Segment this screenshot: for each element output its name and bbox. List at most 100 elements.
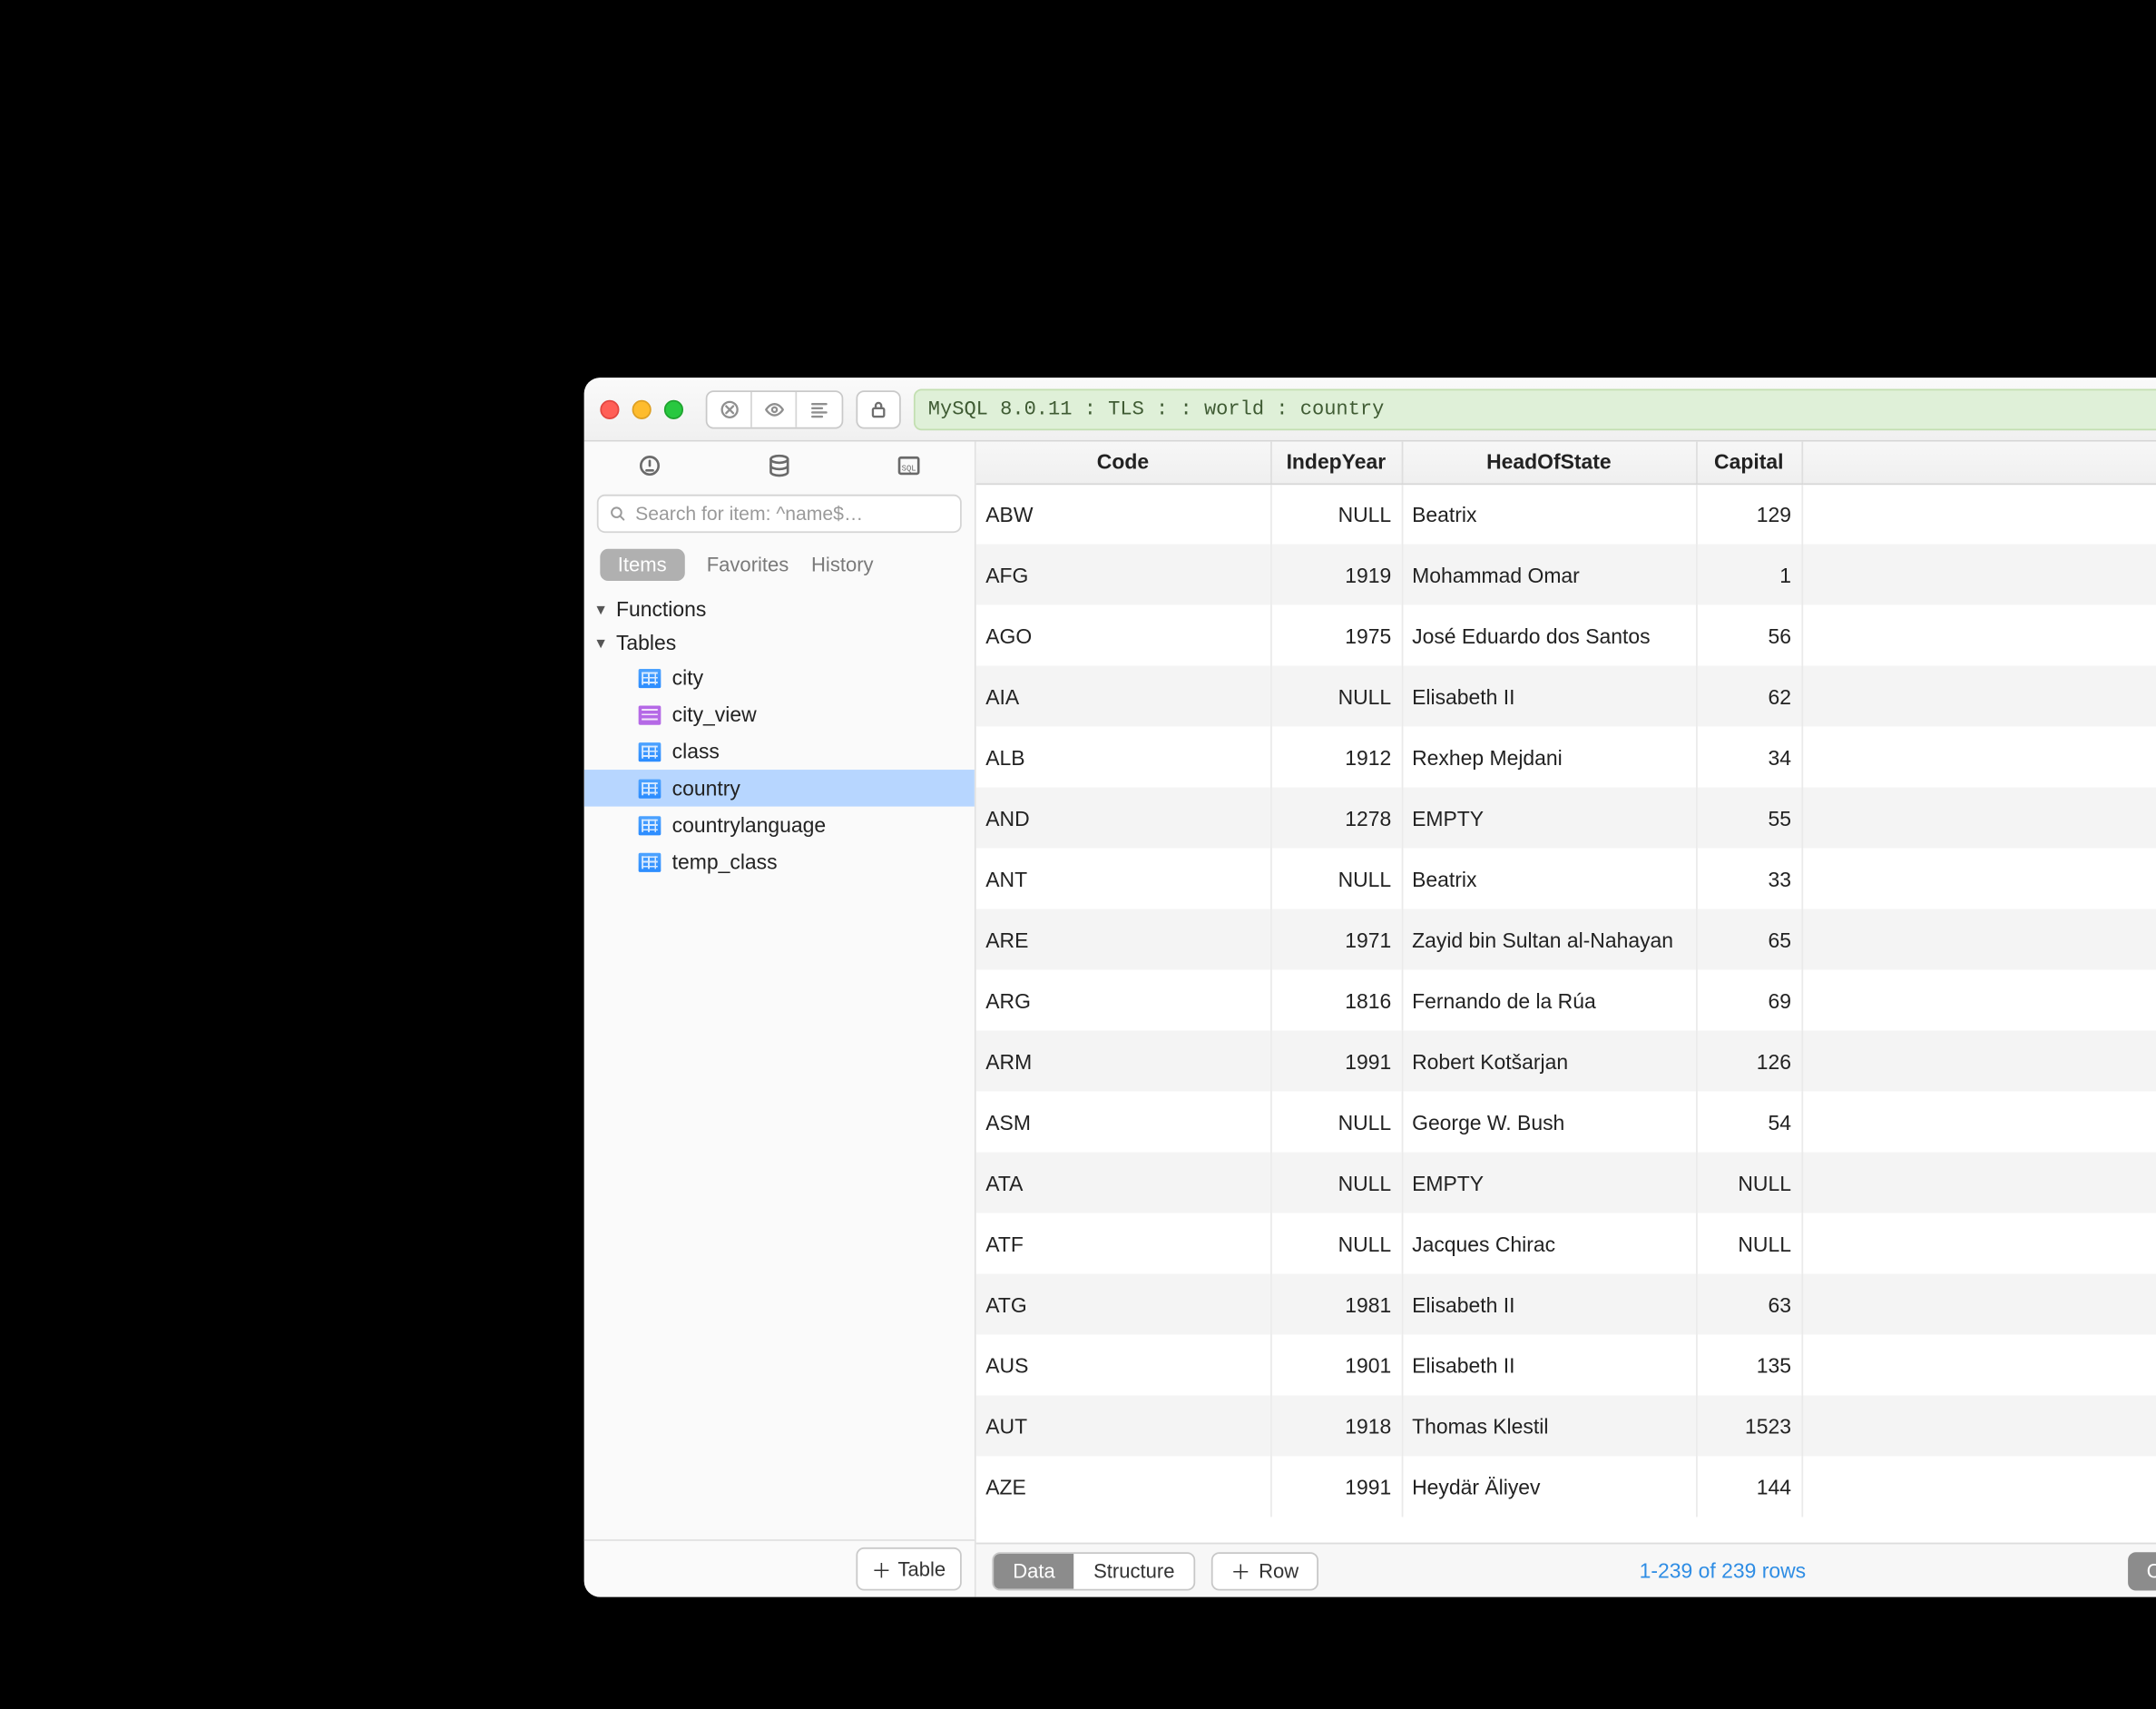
cell[interactable]: Robert Kotšarjan <box>1402 1030 1696 1091</box>
cell[interactable]: 33 <box>1696 848 1801 909</box>
table-item-city[interactable]: city <box>584 659 975 696</box>
cell[interactable]: ATF <box>976 1213 1270 1273</box>
cell[interactable]: 1901 <box>1270 1334 1402 1395</box>
cell[interactable]: 1918 <box>1270 1395 1402 1456</box>
table-row[interactable]: ARE1971Zayid bin Sultan al-Nahayan65 <box>976 909 2156 969</box>
cell[interactable]: 56 <box>1696 604 1801 665</box>
sql-tab-icon[interactable]: SQL <box>895 450 924 484</box>
table-item-country[interactable]: country <box>584 770 975 807</box>
cell[interactable]: NULL <box>1270 848 1402 909</box>
cell[interactable]: NULL <box>1270 1091 1402 1152</box>
cell[interactable]: AUS <box>976 1334 1270 1395</box>
table-row[interactable]: AZE1991Heydär Äliyev144 <box>976 1456 2156 1517</box>
cell[interactable]: NULL <box>1270 1152 1402 1213</box>
cell[interactable]: 1816 <box>1270 969 1402 1030</box>
cell[interactable]: 65 <box>1696 909 1801 969</box>
cell[interactable]: ARE <box>976 909 1270 969</box>
tree-group-tables[interactable]: Tables <box>584 625 975 659</box>
sidebar-tab-items[interactable]: Items <box>600 549 684 581</box>
add-table-button[interactable]: ＋ Table <box>856 1547 962 1591</box>
cell[interactable]: 1912 <box>1270 726 1402 787</box>
cell[interactable]: NULL <box>1696 1152 1801 1213</box>
cell[interactable]: 69 <box>1696 969 1801 1030</box>
cell[interactable]: 129 <box>1696 483 1801 544</box>
table-row[interactable]: ARM1991Robert Kotšarjan126 <box>976 1030 2156 1091</box>
cell[interactable]: EMPTY <box>1402 1152 1696 1213</box>
cell[interactable]: AGO <box>976 604 1270 665</box>
table-row[interactable]: ALB1912Rexhep Mejdani34 <box>976 726 2156 787</box>
cell[interactable]: 1278 <box>1270 787 1402 848</box>
table-row[interactable]: ATANULLEMPTYNULL <box>976 1152 2156 1213</box>
tab-data[interactable]: Data <box>994 1553 1074 1588</box>
minimize-window-button[interactable] <box>632 399 652 418</box>
table-row[interactable]: AIANULLElisabeth II62 <box>976 665 2156 726</box>
cell[interactable]: AUT <box>976 1395 1270 1456</box>
cell[interactable]: AIA <box>976 665 1270 726</box>
table-row[interactable]: AGO1975José Eduardo dos Santos56 <box>976 604 2156 665</box>
sidebar-tab-history[interactable]: History <box>811 554 874 576</box>
cell[interactable]: EMPTY <box>1402 787 1696 848</box>
column-header-headofstate[interactable]: HeadOfState <box>1402 442 1696 484</box>
cell[interactable]: Beatrix <box>1402 848 1696 909</box>
table-row[interactable]: AUT1918Thomas Klestil1523 <box>976 1395 2156 1456</box>
cell[interactable]: Rexhep Mejdani <box>1402 726 1696 787</box>
cell[interactable]: AFG <box>976 544 1270 604</box>
cell[interactable]: Jacques Chirac <box>1402 1213 1696 1273</box>
cell[interactable]: 144 <box>1696 1456 1801 1517</box>
table-row[interactable]: ARG1816Fernando de la Rúa69 <box>976 969 2156 1030</box>
cell[interactable]: ASM <box>976 1091 1270 1152</box>
cell[interactable]: ALB <box>976 726 1270 787</box>
cell[interactable]: George W. Bush <box>1402 1091 1696 1152</box>
stop-icon[interactable] <box>707 391 751 427</box>
database-tab-icon[interactable] <box>765 450 794 484</box>
tab-structure[interactable]: Structure <box>1074 1553 1194 1588</box>
cell[interactable]: NULL <box>1270 665 1402 726</box>
cell[interactable]: 1 <box>1696 544 1801 604</box>
table-item-class[interactable]: class <box>584 733 975 771</box>
column-header-indepyear[interactable]: IndepYear <box>1270 442 1402 484</box>
cell[interactable]: José Eduardo dos Santos <box>1402 604 1696 665</box>
table-row[interactable]: ATFNULLJacques ChiracNULL <box>976 1213 2156 1273</box>
table-row[interactable]: ABWNULLBeatrix129 <box>976 483 2156 544</box>
cell[interactable]: 1991 <box>1270 1030 1402 1091</box>
sidebar-search[interactable]: Search for item: ^name$… <box>597 495 962 533</box>
cell[interactable]: 1981 <box>1270 1273 1402 1334</box>
table-row[interactable]: ATG1981Elisabeth II63 <box>976 1273 2156 1334</box>
cell[interactable]: 1523 <box>1696 1395 1801 1456</box>
cell[interactable]: 34 <box>1696 726 1801 787</box>
cell[interactable]: 63 <box>1696 1273 1801 1334</box>
cell[interactable]: Thomas Klestil <box>1402 1395 1696 1456</box>
close-window-button[interactable] <box>600 399 619 418</box>
cell[interactable]: 55 <box>1696 787 1801 848</box>
lock-button[interactable] <box>856 389 900 427</box>
table-row[interactable]: AFG1919Mohammad Omar1 <box>976 544 2156 604</box>
table-item-city_view[interactable]: city_view <box>584 696 975 733</box>
table-row[interactable]: ANTNULLBeatrix33 <box>976 848 2156 909</box>
cell[interactable]: Elisabeth II <box>1402 1273 1696 1334</box>
cell[interactable]: ATA <box>976 1152 1270 1213</box>
cell[interactable]: Fernando de la Rúa <box>1402 969 1696 1030</box>
cell[interactable]: ANT <box>976 848 1270 909</box>
cell[interactable]: Zayid bin Sultan al-Nahayan <box>1402 909 1696 969</box>
cell[interactable]: ARM <box>976 1030 1270 1091</box>
cell[interactable]: Heydär Äliyev <box>1402 1456 1696 1517</box>
sidebar-tab-favorites[interactable]: Favorites <box>707 554 789 576</box>
cell[interactable]: Elisabeth II <box>1402 1334 1696 1395</box>
connection-bar[interactable]: MySQL 8.0.11 : TLS : : world : country l… <box>914 388 2156 430</box>
table-row[interactable]: AND1278EMPTY55 <box>976 787 2156 848</box>
cell[interactable]: 1971 <box>1270 909 1402 969</box>
cell[interactable]: ABW <box>976 483 1270 544</box>
cell[interactable]: 1919 <box>1270 544 1402 604</box>
cell[interactable]: Beatrix <box>1402 483 1696 544</box>
cell[interactable]: NULL <box>1696 1213 1801 1273</box>
table-row[interactable]: ASMNULLGeorge W. Bush54 <box>976 1091 2156 1152</box>
tree-group-functions[interactable]: Functions <box>584 592 975 625</box>
zoom-window-button[interactable] <box>664 399 683 418</box>
cell[interactable]: 1991 <box>1270 1456 1402 1517</box>
cell[interactable]: AZE <box>976 1456 1270 1517</box>
cell[interactable]: NULL <box>1270 1213 1402 1273</box>
cell[interactable]: Mohammad Omar <box>1402 544 1696 604</box>
table-item-countrylanguage[interactable]: countrylanguage <box>584 807 975 844</box>
cell[interactable]: ATG <box>976 1273 1270 1334</box>
cell[interactable]: 135 <box>1696 1334 1801 1395</box>
